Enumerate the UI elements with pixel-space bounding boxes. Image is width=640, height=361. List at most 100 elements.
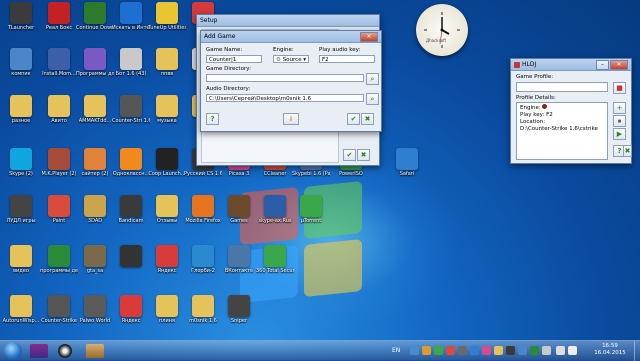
desktop-icon[interactable]: Отзывы bbox=[148, 195, 186, 224]
clock-gadget[interactable]: Дhacksoft bbox=[416, 4, 468, 56]
desktop-icon[interactable]: плиня bbox=[148, 295, 186, 324]
desktop-icon[interactable]: музыка bbox=[148, 95, 186, 124]
hldj-taskbar-icon[interactable] bbox=[86, 344, 104, 358]
show-desktop-button[interactable] bbox=[634, 341, 640, 361]
desktop-icon[interactable]: компик bbox=[2, 48, 40, 77]
desktop-icon[interactable]: AMMAKTdd... bbox=[76, 95, 114, 124]
media-player-taskbar-icon[interactable] bbox=[58, 344, 72, 358]
audio-dir-input[interactable]: C:\Users\Сергей\Desktop\m0snik 1.6 bbox=[206, 94, 364, 102]
desktop-icon[interactable]: Continue Downloa... bbox=[76, 2, 114, 31]
tray-icon[interactable] bbox=[446, 346, 455, 355]
game-dir-input[interactable] bbox=[206, 74, 364, 82]
desktop-icon[interactable]: Mozilla Firefox bbox=[184, 195, 222, 224]
desktop-icon[interactable]: TLauncher bbox=[2, 2, 40, 31]
desktop-icon[interactable]: видео bbox=[2, 245, 40, 274]
desktop-icon[interactable]: AutorunWisp... bbox=[2, 295, 40, 324]
add-game-titlebar[interactable]: Add Game ✕ bbox=[201, 31, 381, 43]
desktop-icon[interactable]: Реал Бокс bbox=[40, 2, 78, 31]
desktop-icon[interactable]: Sniper bbox=[220, 295, 258, 324]
desktop-icon[interactable]: разное bbox=[2, 95, 40, 124]
desktop-icon[interactable]: M.K.Player (2) bbox=[40, 148, 78, 177]
desktop-icon[interactable]: ппвв bbox=[148, 48, 186, 77]
tray-icon[interactable] bbox=[506, 346, 515, 355]
exit-button[interactable]: ✖ bbox=[623, 145, 632, 157]
tray-icon[interactable] bbox=[530, 346, 539, 355]
close-button[interactable]: ✕ bbox=[360, 31, 378, 42]
desktop-icon-label: музыка bbox=[157, 118, 177, 124]
desktop-icon[interactable]: ВКонтакте bbox=[220, 245, 258, 274]
tray-icon[interactable] bbox=[482, 346, 491, 355]
tray-icon[interactable] bbox=[434, 346, 443, 355]
desktop-icon[interactable]: Искать в Интернете bbox=[112, 2, 150, 31]
desktop-icon[interactable]: ЛУДЛ игры bbox=[2, 195, 40, 224]
desktop-icon[interactable]: Safari bbox=[388, 148, 426, 177]
play-button[interactable]: ▶ bbox=[613, 128, 626, 140]
language-indicator[interactable]: EN bbox=[392, 347, 400, 354]
winrar-taskbar-icon[interactable] bbox=[30, 344, 48, 358]
desktop-icon[interactable]: Counter-Stri 1.6 bbox=[112, 95, 150, 124]
desktop-icon[interactable]: Paint bbox=[40, 195, 78, 224]
desktop-icon[interactable]: сайтер (2) bbox=[76, 148, 114, 177]
browse-game-dir-button[interactable]: ⌕ bbox=[366, 73, 379, 85]
tray-icon[interactable] bbox=[494, 346, 503, 355]
desktop-icon[interactable]: Palwo World bbox=[76, 295, 114, 324]
profile-action-button[interactable]: ■ bbox=[613, 82, 626, 94]
desktop-icon[interactable]: skype-ax.Rus bbox=[256, 195, 294, 224]
desktop-icon[interactable]: TuneUp Utilities 2014 bbox=[148, 2, 186, 31]
tray-icon[interactable] bbox=[422, 346, 431, 355]
desktop-icon[interactable]: Одноклассн... bbox=[112, 148, 150, 177]
start-button[interactable] bbox=[4, 342, 22, 360]
desktop-icon[interactable]: Яндекс bbox=[112, 295, 150, 324]
setup-titlebar[interactable]: Setup bbox=[197, 15, 379, 27]
desktop-icon-label: сайтер (2) bbox=[81, 171, 109, 177]
desktop-icon[interactable]: Skype (2) bbox=[2, 148, 40, 177]
pause-button[interactable]: ⏸ bbox=[613, 115, 626, 127]
game-profile-select[interactable] bbox=[516, 82, 608, 92]
desktop-icon-label: Mozilla Firefox bbox=[185, 218, 221, 224]
desktop-icon[interactable]: Counter-Strike bbox=[40, 295, 78, 324]
engine-select[interactable]: ⚙ Source ▾ bbox=[273, 55, 309, 63]
close-button[interactable]: ✕ bbox=[610, 59, 628, 70]
hldj-titlebar[interactable]: HLDJ – ✕ bbox=[511, 59, 631, 71]
add-profile-button[interactable]: + bbox=[613, 102, 626, 114]
desktop-icon[interactable]: Bandicam bbox=[112, 195, 150, 224]
help-button[interactable]: ? bbox=[206, 113, 219, 125]
tray-icon[interactable] bbox=[458, 346, 467, 355]
desktop-icon[interactable]: m0snik 1.6 bbox=[184, 295, 222, 324]
setup-cancel-button[interactable]: ✖ bbox=[357, 149, 370, 161]
tray-icon[interactable] bbox=[542, 346, 551, 355]
desktop-icon[interactable]: 3DAD bbox=[76, 195, 114, 224]
magnifier-icon: ⌕ bbox=[370, 74, 375, 83]
desktop-icon[interactable] bbox=[112, 245, 150, 268]
desktop-icon-label: Paint bbox=[52, 218, 66, 224]
setup-ok-button[interactable]: ✔ bbox=[343, 149, 356, 161]
desktop-icon[interactable]: Программы для Windows bbox=[76, 48, 114, 77]
hldj-window[interactable]: HLDJ – ✕ Game Profile: ■ Profile Details… bbox=[510, 58, 632, 164]
desktop-icon[interactable]: Install.Mom... bbox=[40, 48, 78, 77]
add-game-dialog[interactable]: Add Game ✕ Game Name: Counter|1 Engine: … bbox=[200, 30, 382, 132]
desktop-icon[interactable]: Авито bbox=[40, 95, 78, 124]
tray-icon[interactable] bbox=[410, 346, 419, 355]
desktop-icon[interactable]: µTorrent bbox=[292, 195, 330, 224]
desktop-icon[interactable]: Бот 1.6 (43) bbox=[112, 48, 150, 77]
tray-icon[interactable] bbox=[470, 346, 479, 355]
play-audio-input[interactable]: F2 bbox=[319, 55, 375, 63]
ok-button[interactable]: ✔ bbox=[347, 113, 360, 125]
minimize-button[interactable]: – bbox=[596, 59, 609, 70]
app-icon bbox=[300, 195, 322, 217]
system-clock[interactable]: 16:59 16.04.2015 bbox=[590, 343, 630, 357]
detect-button[interactable]: ⇓ bbox=[283, 113, 299, 125]
desktop-icon[interactable]: Яндекс bbox=[148, 245, 186, 274]
cancel-button[interactable]: ✖ bbox=[361, 113, 374, 125]
volume-icon[interactable] bbox=[568, 346, 577, 355]
desktop-icon[interactable]: Coop Launch... bbox=[148, 148, 186, 177]
network-icon[interactable] bbox=[556, 346, 565, 355]
tray-icon[interactable] bbox=[518, 346, 527, 355]
desktop-icon[interactable]: программы делинствия bbox=[40, 245, 78, 274]
game-name-input[interactable]: Counter|1 bbox=[206, 55, 262, 63]
desktop-icon[interactable]: Games bbox=[220, 195, 258, 224]
desktop-icon[interactable]: gta_sa bbox=[76, 245, 114, 274]
desktop-icon[interactable]: Глорби-2 bbox=[184, 245, 222, 274]
desktop-icon[interactable]: 360 Total Security bbox=[256, 245, 294, 274]
browse-audio-dir-button[interactable]: ⌕ bbox=[366, 93, 379, 105]
